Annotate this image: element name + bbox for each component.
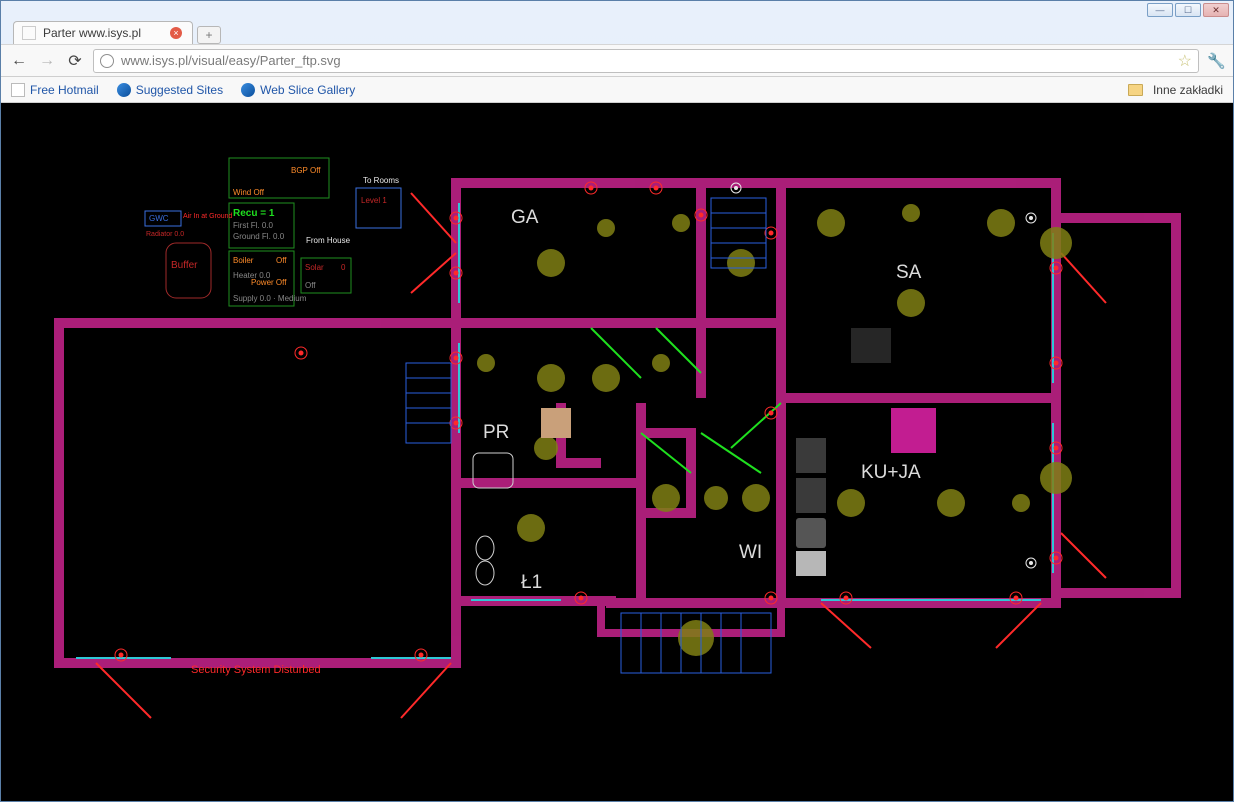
room-label-kuja: KU+JA bbox=[861, 462, 921, 483]
svg-text:Off: Off bbox=[276, 256, 287, 265]
svg-text:Level 1: Level 1 bbox=[361, 196, 387, 205]
room-label-l1: Ł1 bbox=[521, 572, 542, 593]
other-bookmarks[interactable]: Inne zakładki bbox=[1128, 83, 1223, 97]
svg-text:Heater 0.0: Heater 0.0 bbox=[233, 271, 271, 280]
ie-icon bbox=[117, 83, 131, 97]
svg-text:Wind Off: Wind Off bbox=[233, 188, 265, 197]
svg-text:Ground Fl. 0.0: Ground Fl. 0.0 bbox=[233, 232, 285, 241]
svg-text:Off: Off bbox=[305, 281, 316, 290]
bookmark-free-hotmail[interactable]: Free Hotmail bbox=[11, 83, 99, 97]
room-label-pr: PR bbox=[483, 422, 509, 443]
bookmark-web-slice[interactable]: Web Slice Gallery bbox=[241, 83, 355, 97]
floor-plan-svg: GA SA PR Ł1 WI KU+JA Security System Dis… bbox=[1, 103, 1233, 801]
svg-text:Recu = 1: Recu = 1 bbox=[233, 208, 275, 219]
svg-text:BGP Off: BGP Off bbox=[291, 166, 321, 175]
url-input[interactable] bbox=[121, 53, 1171, 68]
forward-button[interactable]: → bbox=[37, 51, 57, 71]
new-tab-button[interactable]: + bbox=[197, 26, 221, 44]
address-bar[interactable]: ☆ bbox=[93, 49, 1199, 73]
bookmark-star-icon[interactable]: ☆ bbox=[1178, 51, 1192, 71]
room-label-sa: SA bbox=[896, 262, 922, 283]
ie-icon bbox=[241, 83, 255, 97]
window-close-button[interactable]: ✕ bbox=[1203, 3, 1229, 17]
folder-icon bbox=[1128, 84, 1143, 96]
svg-text:First Fl. 0.0: First Fl. 0.0 bbox=[233, 221, 274, 230]
room-label-ga: GA bbox=[511, 207, 539, 228]
window-titlebar: — ☐ ✕ bbox=[1, 1, 1233, 19]
svg-text:0: 0 bbox=[341, 263, 346, 272]
window-minimize-button[interactable]: — bbox=[1147, 3, 1173, 17]
browser-window: — ☐ ✕ Parter www.isys.pl × + ← → ⟳ ☆ 🔧 F… bbox=[0, 0, 1234, 802]
page-viewport[interactable]: GA SA PR Ł1 WI KU+JA Security System Dis… bbox=[1, 103, 1233, 801]
room-label-wi: WI bbox=[739, 542, 762, 563]
tab-title: Parter www.isys.pl bbox=[43, 26, 141, 40]
svg-text:To Rooms: To Rooms bbox=[363, 176, 399, 185]
svg-text:GWC: GWC bbox=[149, 214, 169, 223]
site-icon bbox=[100, 54, 114, 68]
window-maximize-button[interactable]: ☐ bbox=[1175, 3, 1201, 17]
svg-text:Supply 0.0 · Medium: Supply 0.0 · Medium bbox=[233, 294, 307, 303]
reload-button[interactable]: ⟳ bbox=[65, 51, 85, 71]
svg-text:Radiator 0.0: Radiator 0.0 bbox=[146, 231, 184, 238]
svg-text:Buffer: Buffer bbox=[171, 260, 198, 271]
status-security: Security System Disturbed bbox=[191, 664, 321, 676]
svg-text:Boiler: Boiler bbox=[233, 256, 254, 265]
browser-tab[interactable]: Parter www.isys.pl × bbox=[13, 21, 193, 44]
nav-toolbar: ← → ⟳ ☆ 🔧 bbox=[1, 44, 1233, 77]
bookmark-suggested-sites[interactable]: Suggested Sites bbox=[117, 83, 223, 97]
tab-favicon bbox=[22, 26, 36, 40]
page-icon bbox=[11, 83, 25, 97]
tab-strip: Parter www.isys.pl × + bbox=[1, 19, 1233, 44]
svg-text:Air In at Ground: Air In at Ground bbox=[183, 213, 233, 220]
svg-text:From House: From House bbox=[306, 236, 351, 245]
back-button[interactable]: ← bbox=[9, 51, 29, 71]
settings-wrench-icon[interactable]: 🔧 bbox=[1207, 52, 1225, 70]
tab-close-button[interactable]: × bbox=[170, 27, 182, 39]
bookmarks-bar: Free Hotmail Suggested Sites Web Slice G… bbox=[1, 77, 1233, 103]
svg-text:Solar: Solar bbox=[305, 263, 324, 272]
